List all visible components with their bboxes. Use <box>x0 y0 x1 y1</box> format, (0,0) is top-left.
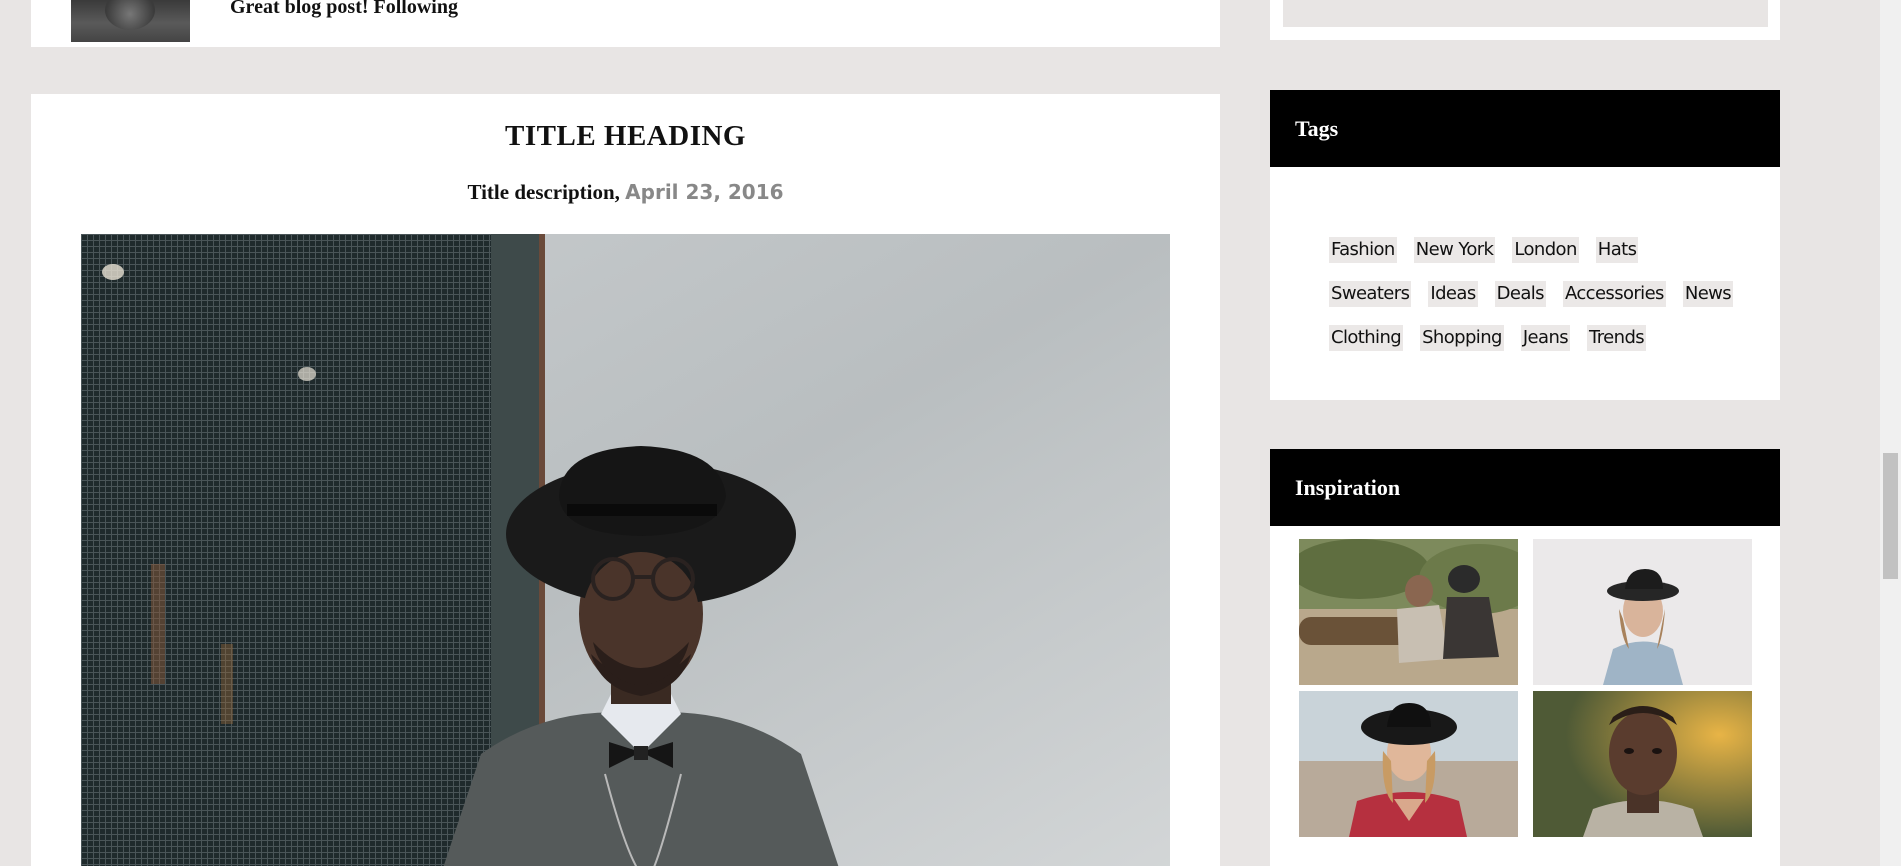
inspiration-widget: Inspiration <box>1270 449 1780 866</box>
post-title: TITLE HEADING <box>505 120 746 152</box>
tag-deals[interactable]: Deals <box>1494 281 1546 307</box>
tag-fashion[interactable]: Fashion <box>1329 237 1397 263</box>
inspiration-photo-3[interactable] <box>1299 691 1518 837</box>
post-date: April 23, 2016 <box>625 180 784 204</box>
blog-page: Great blog post! Following TITLE HEADING… <box>0 0 1901 866</box>
sidebar-prev-widget <box>1270 0 1780 40</box>
sidebar-prev-widget-inner <box>1283 0 1768 27</box>
post-photo <box>81 234 1170 866</box>
inspiration-photo-2-illustration <box>1533 539 1752 685</box>
tag-row: Fashion New York London Hats <box>1329 228 1749 272</box>
scrollbar-thumb[interactable] <box>1883 453 1898 579</box>
tag-london[interactable]: London <box>1512 237 1579 263</box>
post-description: Title description, <box>467 180 620 204</box>
post-subtitle: Title description, April 23, 2016 <box>31 180 1220 205</box>
tag-new-york[interactable]: New York <box>1413 237 1496 263</box>
inspiration-photo-2[interactable] <box>1533 539 1752 685</box>
tags-widget: Tags Fashion New York London Hats Sweate… <box>1270 90 1780 400</box>
inspiration-photo-1[interactable] <box>1299 539 1518 685</box>
tag-news[interactable]: News <box>1682 281 1734 307</box>
blog-post-card: TITLE HEADING Title description, April 2… <box>31 94 1220 866</box>
inspiration-photo-3-illustration <box>1299 691 1518 837</box>
tag-shopping[interactable]: Shopping <box>1420 325 1504 351</box>
tag-clothing[interactable]: Clothing <box>1329 325 1404 351</box>
tags-list: Fashion New York London Hats Sweaters Id… <box>1329 228 1749 360</box>
comment-text: Great blog post! Following <box>230 0 458 18</box>
tag-trends[interactable]: Trends <box>1587 325 1647 351</box>
tag-row: Sweaters Ideas Deals Accessories News <box>1329 272 1749 316</box>
inspiration-photo-1-illustration <box>1299 539 1518 685</box>
tag-accessories[interactable]: Accessories <box>1562 281 1666 307</box>
commenter-avatar <box>71 0 190 42</box>
inspiration-photo-4[interactable] <box>1533 691 1752 837</box>
tag-row: Clothing Shopping Jeans Trends <box>1329 316 1749 360</box>
tag-jeans[interactable]: Jeans <box>1520 325 1571 351</box>
comment-card: Great blog post! Following <box>31 0 1220 47</box>
inspiration-widget-heading: Inspiration <box>1270 449 1780 526</box>
inspiration-photo-4-illustration <box>1533 691 1752 837</box>
tag-hats[interactable]: Hats <box>1595 237 1639 263</box>
page-scrollbar[interactable] <box>1880 0 1901 866</box>
post-photo-illustration <box>81 234 1170 866</box>
tag-ideas[interactable]: Ideas <box>1428 281 1478 307</box>
tags-widget-heading: Tags <box>1270 90 1780 167</box>
tag-sweaters[interactable]: Sweaters <box>1329 281 1412 307</box>
